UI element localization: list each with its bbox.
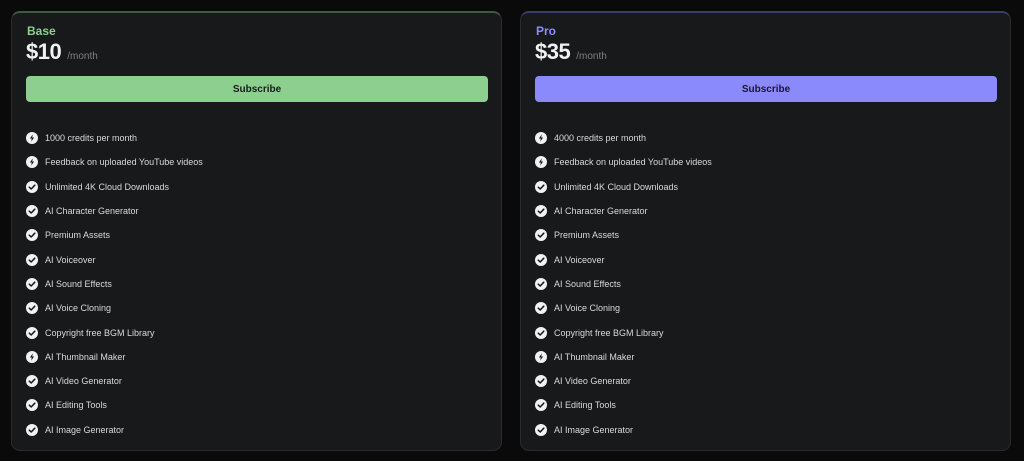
plan-name: Base: [27, 24, 56, 38]
plan-name: Pro: [536, 24, 557, 38]
feature-label: Copyright free BGM Library: [45, 327, 155, 338]
billing-period: /month: [67, 51, 98, 62]
check-icon: [26, 326, 38, 339]
feature-label: Unlimited 4K Cloud Downloads: [554, 181, 679, 192]
check-icon: [535, 326, 547, 339]
check-icon: [26, 375, 38, 388]
feature-list: 4000 credits per month Feedback on upload…: [535, 126, 712, 442]
price-row: $10 /month: [26, 39, 98, 65]
feature-item: Premium Assets: [26, 223, 203, 247]
feature-item: Feedback on uploaded YouTube videos: [535, 150, 712, 174]
feature-label: Premium Assets: [554, 230, 620, 241]
feature-item: AI Voiceover: [26, 247, 203, 271]
check-icon: [26, 205, 38, 218]
feature-label: AI Image Generator: [554, 424, 634, 435]
feature-label: 4000 credits per month: [554, 133, 647, 144]
feature-item: Copyright free BGM Library: [26, 320, 203, 344]
plan-card-base: Base $10 /month Subscribe 1000 credits p…: [11, 11, 502, 451]
subscribe-button[interactable]: Subscribe: [535, 76, 997, 102]
feature-item: 4000 credits per month: [535, 126, 712, 150]
feature-item: AI Sound Effects: [535, 272, 712, 296]
check-icon: [26, 277, 38, 290]
feature-item: 1000 credits per month: [26, 126, 203, 150]
feature-item: AI Voiceover: [535, 247, 712, 271]
bolt-icon: [535, 132, 547, 145]
feature-item: Copyright free BGM Library: [535, 320, 712, 344]
check-icon: [535, 277, 547, 290]
feature-item: Unlimited 4K Cloud Downloads: [26, 175, 203, 199]
feature-item: AI Image Generator: [26, 418, 203, 442]
feature-label: Feedback on uploaded YouTube videos: [554, 157, 712, 168]
feature-item: AI Voice Cloning: [26, 296, 203, 320]
check-icon: [535, 302, 547, 315]
check-icon: [535, 253, 547, 266]
feature-list: 1000 credits per month Feedback on upload…: [26, 126, 203, 442]
check-icon: [535, 229, 547, 242]
feature-label: AI Image Generator: [45, 424, 125, 435]
feature-item: Feedback on uploaded YouTube videos: [26, 150, 203, 174]
billing-period: /month: [576, 51, 607, 62]
feature-label: AI Thumbnail Maker: [45, 351, 126, 362]
feature-item: AI Image Generator: [535, 418, 712, 442]
check-icon: [535, 205, 547, 218]
price-row: $35 /month: [535, 39, 607, 65]
feature-item: Premium Assets: [535, 223, 712, 247]
plan-price: $35: [535, 39, 571, 64]
check-icon: [26, 423, 38, 436]
feature-item: AI Character Generator: [535, 199, 712, 223]
feature-item: AI Thumbnail Maker: [26, 345, 203, 369]
check-icon: [26, 180, 38, 193]
feature-label: AI Character Generator: [45, 206, 139, 217]
bolt-icon: [26, 350, 38, 363]
feature-label: AI Thumbnail Maker: [554, 351, 635, 362]
feature-label: AI Voiceover: [554, 254, 605, 265]
check-icon: [26, 229, 38, 242]
feature-label: AI Sound Effects: [554, 278, 621, 289]
check-icon: [535, 180, 547, 193]
feature-label: AI Video Generator: [554, 376, 631, 387]
feature-label: AI Editing Tools: [45, 400, 107, 411]
feature-item: AI Thumbnail Maker: [535, 345, 712, 369]
feature-item: AI Editing Tools: [535, 393, 712, 417]
feature-label: 1000 credits per month: [45, 133, 138, 144]
check-icon: [535, 399, 547, 412]
feature-item: AI Sound Effects: [26, 272, 203, 296]
bolt-icon: [535, 350, 547, 363]
feature-item: AI Editing Tools: [26, 393, 203, 417]
bolt-icon: [535, 156, 547, 169]
feature-item: AI Voice Cloning: [535, 296, 712, 320]
feature-item: AI Video Generator: [535, 369, 712, 393]
subscribe-button[interactable]: Subscribe: [26, 76, 488, 102]
feature-label: AI Voice Cloning: [45, 303, 112, 314]
feature-label: AI Voice Cloning: [554, 303, 621, 314]
feature-label: Feedback on uploaded YouTube videos: [45, 157, 203, 168]
pricing-page: Base $10 /month Subscribe 1000 credits p…: [0, 0, 1024, 461]
feature-item: AI Video Generator: [26, 369, 203, 393]
feature-label: AI Editing Tools: [554, 400, 616, 411]
feature-label: AI Sound Effects: [45, 278, 112, 289]
check-icon: [26, 399, 38, 412]
feature-item: AI Character Generator: [26, 199, 203, 223]
bolt-icon: [26, 156, 38, 169]
check-icon: [535, 423, 547, 436]
plan-price: $10: [26, 39, 62, 64]
check-icon: [26, 253, 38, 266]
check-icon: [26, 302, 38, 315]
check-icon: [535, 375, 547, 388]
plan-card-pro: Pro $35 /month Subscribe 4000 credits pe…: [520, 11, 1011, 451]
feature-item: Unlimited 4K Cloud Downloads: [535, 175, 712, 199]
feature-label: Premium Assets: [45, 230, 111, 241]
feature-label: AI Voiceover: [45, 254, 96, 265]
feature-label: AI Character Generator: [554, 206, 648, 217]
feature-label: Copyright free BGM Library: [554, 327, 664, 338]
bolt-icon: [26, 132, 38, 145]
feature-label: AI Video Generator: [45, 376, 122, 387]
feature-label: Unlimited 4K Cloud Downloads: [45, 181, 170, 192]
